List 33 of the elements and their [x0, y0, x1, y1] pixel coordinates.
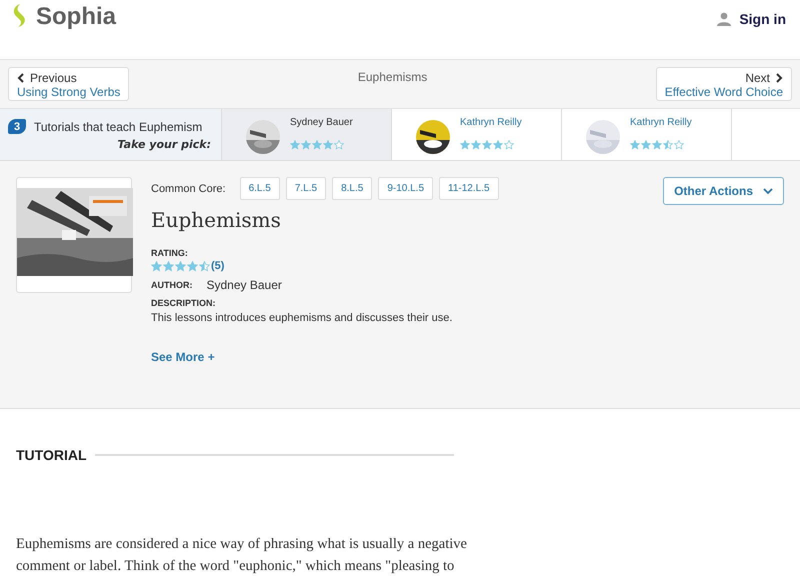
description-label: DESCRIPTION:	[151, 298, 216, 308]
tutorial-text: Euphemisms are considered a nice way of phrasing what is usually a negative comment or label. Think of the word "euphonic," which means "pleasing to	[16, 535, 468, 576]
sign-in-link[interactable]: Sign in	[739, 11, 786, 27]
pick-label: Take your pick:	[116, 138, 211, 151]
other-actions-button[interactable]: Other Actions	[663, 177, 784, 205]
standard-tag[interactable]: 6.L.5	[240, 177, 280, 200]
author-name: Sydney Bauer	[206, 278, 282, 292]
standard-tag[interactable]: 7.L.5	[286, 177, 326, 200]
author-label: AUTHOR:	[151, 280, 192, 290]
standard-tag[interactable]: 11-12.L.5	[439, 177, 499, 200]
tutorials-label: Tutorials that teach Euphemism	[34, 120, 202, 134]
count-badge: 3	[8, 119, 26, 134]
author-name: Kathryn Reilly	[630, 117, 692, 128]
lesson-title: Euphemisms	[358, 70, 428, 84]
standard-tag[interactable]: 9-10.L.5	[378, 177, 434, 200]
author-name: Sydney Bauer	[290, 117, 353, 128]
lesson-heading: Euphemisms	[151, 208, 281, 232]
standard-tag[interactable]: 8.L.5	[332, 177, 372, 200]
next-button[interactable]: Next Effective Word Choice	[656, 67, 792, 101]
previous-button[interactable]: Previous Using Strong Verbs	[8, 67, 130, 101]
rating-count[interactable]: (5)	[211, 260, 224, 272]
chevron-left-icon	[17, 73, 24, 83]
logo-text[interactable]: Sophia	[36, 3, 116, 31]
common-core-label: Common Core:	[151, 182, 226, 194]
rating-label: RATING:	[151, 248, 188, 258]
description-text: This lessons introduces euphemisms and discusses their use.	[151, 312, 452, 324]
tutorial-heading: TUTORIAL	[16, 447, 87, 463]
author-name: Kathryn Reilly	[460, 117, 522, 128]
tutorial-tile[interactable]: Sydney Bauer	[222, 109, 392, 160]
user-icon	[717, 12, 732, 26]
see-more-link[interactable]: See More +	[151, 350, 215, 364]
chevron-down-icon	[763, 188, 773, 194]
chevron-right-icon	[776, 73, 783, 83]
